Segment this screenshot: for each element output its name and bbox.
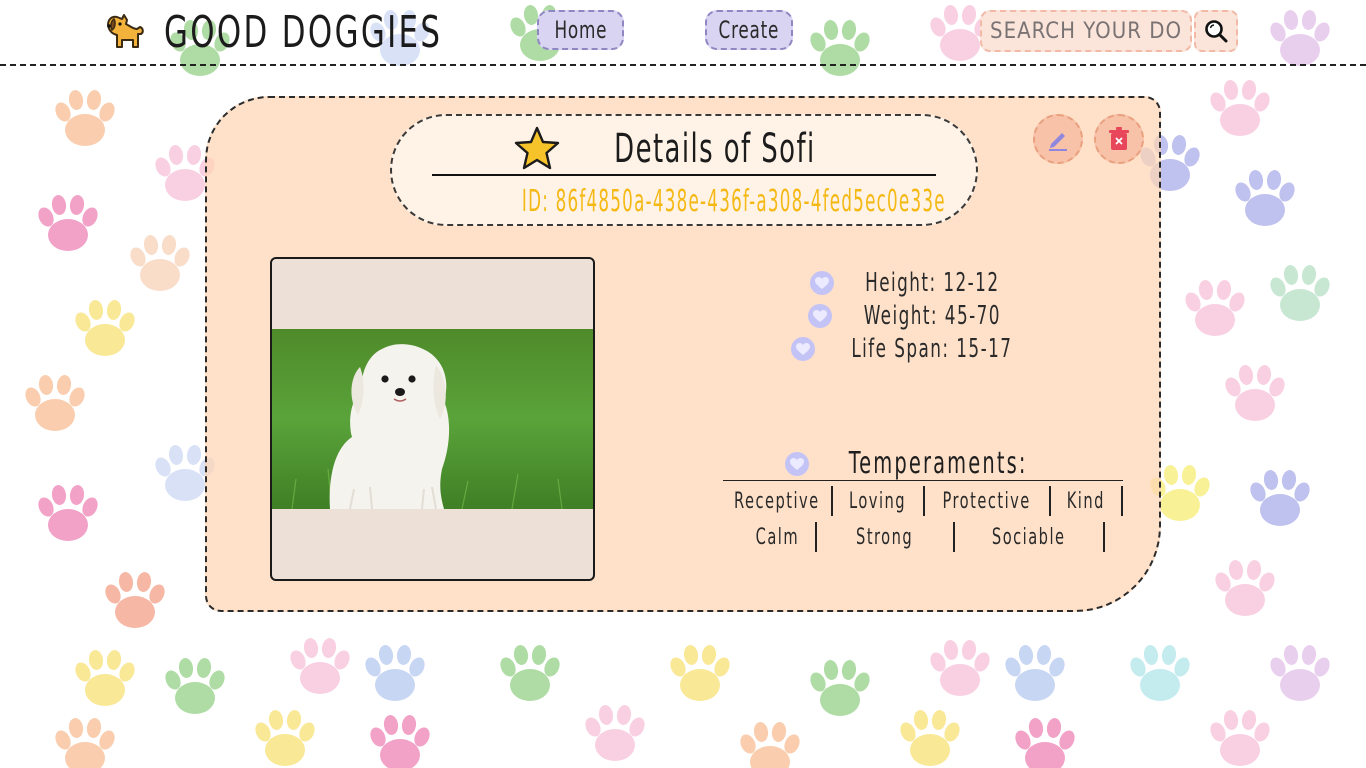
delete-button[interactable]	[1094, 114, 1144, 164]
temperament-tag: Strong	[817, 522, 955, 552]
life-span-text: Life Span: 15-17	[851, 333, 1013, 364]
temperaments-list: Receptive Loving Protective Kind Calm St…	[723, 486, 1123, 566]
temperament-tag: Kind	[1051, 486, 1123, 516]
temperaments-divider	[723, 480, 1123, 481]
dog-stats: Height: 12-12 Weight: 45-70 Life Span: 1…	[767, 266, 1067, 365]
nav-create-label: Create	[718, 16, 780, 44]
search-input[interactable]	[980, 10, 1192, 52]
heart-icon	[791, 336, 816, 361]
weight-text: Weight: 45-70	[863, 300, 1001, 331]
title-panel: Details of Sofi ID: 86f4850a-438e-436f-a…	[390, 114, 978, 226]
dog-icon	[107, 14, 144, 48]
temperament-tag: Loving	[833, 486, 925, 516]
search-button[interactable]	[1194, 10, 1238, 52]
dog-photo-frame	[270, 257, 595, 581]
heart-icon	[784, 451, 809, 476]
stat-life-span: Life Span: 15-17	[767, 332, 1067, 365]
dog-photo	[272, 329, 593, 509]
heart-icon	[807, 303, 832, 328]
dog-id-text: ID: 86f4850a-438e-436f-a308-4fed5ec0e33e	[521, 184, 946, 219]
page-title: Details of Sofi	[614, 126, 816, 172]
nav-home-button[interactable]: Home	[537, 10, 624, 50]
temperaments-heading: Temperaments:	[723, 446, 1123, 481]
temperament-tag: Protective	[925, 486, 1051, 516]
brand-logo[interactable]: GOOD DOGGIES	[100, 6, 521, 58]
search-icon	[1205, 20, 1228, 43]
pencil-icon	[1049, 133, 1067, 151]
nav-create-button[interactable]: Create	[705, 10, 793, 50]
temperament-tag: Receptive	[723, 486, 833, 516]
temperament-tag: Calm	[739, 522, 817, 552]
star-icon	[514, 126, 560, 170]
heart-icon	[809, 270, 834, 295]
edit-button[interactable]	[1033, 114, 1083, 164]
temperaments-label: Temperaments:	[848, 446, 1028, 481]
title-divider	[432, 174, 936, 176]
top-navbar: GOOD DOGGIES Home Create	[0, 0, 1366, 66]
height-text: Height: 12-12	[864, 267, 1000, 298]
temperament-tag: Sociable	[955, 522, 1105, 552]
stat-height: Height: 12-12	[767, 266, 1067, 299]
dog-id: ID: 86f4850a-438e-436f-a308-4fed5ec0e33e	[392, 184, 976, 219]
dog-detail-card: Details of Sofi ID: 86f4850a-438e-436f-a…	[205, 96, 1161, 612]
nav-home-label: Home	[554, 16, 607, 44]
app-title: GOOD DOGGIES	[164, 6, 443, 58]
stat-weight: Weight: 45-70	[767, 299, 1067, 332]
trash-icon	[1109, 127, 1129, 150]
